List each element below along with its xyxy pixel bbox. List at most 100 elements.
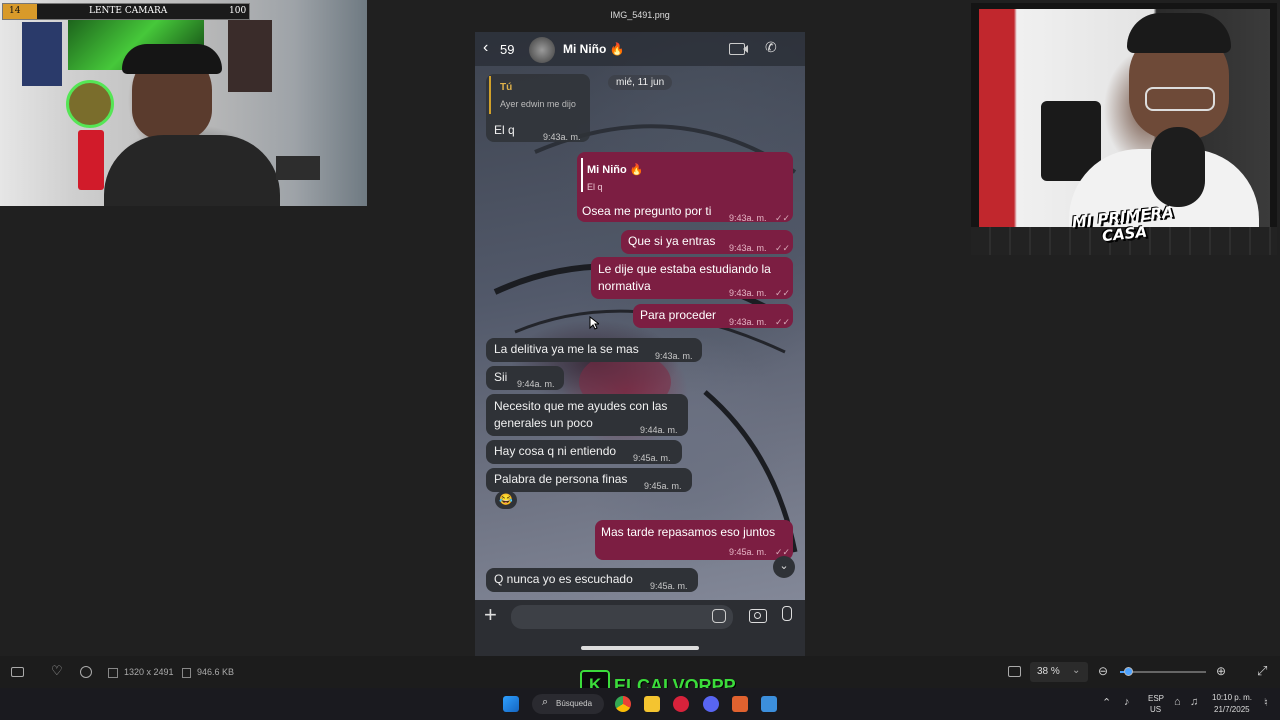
fullscreen-icon[interactable]: ⤢ [1257,663,1267,679]
message-bubble-incoming[interactable]: Sii 9:44a. m. [486,366,564,390]
message-time: 9:43a. m. [729,243,767,253]
zoom-in-icon[interactable]: ⊕ [1216,664,1226,678]
camera-lens [754,612,761,619]
message-text: Para proceder [640,308,717,322]
taskbar-search[interactable]: ⌕ Búsqueda [532,694,604,714]
chevron-down-icon: ⌄ [1072,665,1081,676]
ring-light [66,80,114,128]
clock-time[interactable]: 10:10 p. m. [1212,693,1252,702]
scroll-down-icon[interactable]: ⌄ [773,556,795,578]
fit-screen-icon[interactable] [1008,666,1021,677]
dimensions-icon [108,668,118,678]
image-filesize: 946.6 KB [197,667,235,677]
message-text: Mas tarde repasamos eso juntos [601,525,776,539]
camera-icon[interactable] [749,609,767,623]
image-dimensions: 1320 x 2491 [124,667,174,677]
message-time: 9:44a. m. [640,425,678,435]
search-icon: ⌕ [542,696,549,708]
back-chevron-icon[interactable]: ‹ [483,40,488,56]
message-time: 9:43a. m. [729,213,767,223]
level-label: LENTE CAMARA [89,6,168,16]
favorite-heart-icon[interactable]: ♡ [51,663,63,679]
zoom-out-icon[interactable]: ⊖ [1098,664,1108,678]
reply-author: Tú [500,82,513,93]
message-bubble-incoming[interactable]: La delitiva ya me la se mas 9:43a. m. [486,338,702,362]
studio-microphone [1151,127,1205,207]
message-text: Palabra de persona finas [494,472,628,486]
chat-screenshot: ‹ 59 Mi Niño 🔥 ✆ mié, 11 jun Tú Ayer edw… [475,32,805,656]
avatar[interactable] [529,37,555,63]
wall-poster-right [228,20,272,92]
message-bubble-outgoing[interactable]: Para proceder 9:43a. m. ✓✓ [633,304,793,328]
message-bubble-outgoing[interactable]: Mi Niño 🔥 El q Osea me pregunto por ti 9… [577,152,793,223]
phone-call-icon[interactable]: ✆ [765,39,777,56]
sticker-icon[interactable] [712,609,726,623]
read-ticks-icon: ✓✓ [775,243,791,253]
back-count[interactable]: 59 [500,42,514,57]
zoom-select[interactable]: 38 % ⌄ [1030,662,1088,682]
attach-plus-icon[interactable]: + [484,602,497,628]
windows-start-icon[interactable] [503,696,519,712]
photos-icon[interactable] [761,696,777,712]
filesize-icon [182,668,191,678]
zoom-slider[interactable] [1120,667,1206,676]
reply-text: El q [587,182,603,192]
message-bubble-outgoing[interactable]: Que si ya entras 9:43a. m. ✓✓ [621,230,793,254]
message-text: El q [494,123,515,137]
zoom-slider-thumb[interactable] [1124,667,1133,676]
app-icon-orange[interactable] [732,696,748,712]
mouse-cursor-icon [589,316,599,330]
streamer-right-hair [1127,13,1231,53]
windows-taskbar: ⌕ Búsqueda ⌃ ♪ ESP US ⌂ ♫ 10:10 p. m. 21… [0,688,1280,720]
date-separator: mié, 11 jun [608,75,673,90]
read-ticks-icon: ✓✓ [775,213,791,223]
reply-text: Ayer edwin me dijo [500,99,576,109]
zoom-value: 38 % [1037,666,1060,677]
message-time: 9:45a. m. [650,581,688,591]
video-call-icon-lens [743,45,748,53]
message-bubble-outgoing[interactable]: Mas tarde repasamos eso juntos 9:45a. m.… [595,520,793,560]
message-time: 9:43a. m. [655,351,693,361]
message-text: La delitiva ya me la se mas [494,342,639,356]
message-reaction[interactable]: 😂 [495,491,517,509]
message-bubble-incoming[interactable]: Palabra de persona finas 9:45a. m. [486,468,692,492]
message-input[interactable] [511,605,733,629]
filmstrip-icon[interactable] [11,667,24,677]
message-bubble-incoming[interactable]: Hay cosa q ni entiendo 9:45a. m. [486,440,682,464]
message-time: 9:45a. m. [729,547,767,557]
message-time: 9:45a. m. [644,481,682,491]
notification-bell-icon[interactable]: ♮ [1264,696,1268,709]
webcam-left: 14 LENTE CAMARA 100 [0,0,367,206]
volume-icon[interactable]: ♫ [1190,696,1198,708]
discord-icon[interactable] [703,696,719,712]
message-bubble-outgoing[interactable]: Le dije que estaba estudiando la normati… [591,257,793,299]
message-bubble-incoming[interactable]: Necesito que me ayudes con las generales… [486,394,688,436]
clock-date[interactable]: 21/7/2025 [1214,705,1250,714]
microphone-icon[interactable] [782,606,792,621]
youtube-icon[interactable] [673,696,689,712]
read-ticks-icon: ✓✓ [775,317,791,327]
chrome-icon[interactable] [615,696,631,712]
chat-header: ‹ 59 Mi Niño 🔥 ✆ [475,32,805,66]
reply-bar [581,158,583,192]
message-bubble-incoming[interactable]: Tú Ayer edwin me dijo El q 9:43a. m. [486,74,590,142]
contact-name[interactable]: Mi Niño 🔥 [563,42,625,56]
message-text: Hay cosa q ni entiendo [494,444,617,458]
message-bubble-incoming[interactable]: Q nunca yo es escuchado 9:45a. m. [486,568,698,592]
info-icon[interactable] [80,666,92,678]
network-icon[interactable]: ⌂ [1174,696,1181,708]
tray-mic-icon[interactable]: ♪ [1124,696,1130,708]
language-bottom[interactable]: US [1150,705,1161,714]
glasses [1145,87,1215,111]
reply-bar [489,76,491,114]
tray-expand-icon[interactable]: ⌃ [1102,696,1111,709]
level-number: 14 [9,6,21,16]
file-explorer-icon[interactable] [644,696,660,712]
language-top[interactable]: ESP [1148,694,1164,703]
message-time: 9:43a. m. [543,132,581,142]
search-label: Búsqueda [556,699,593,708]
desk-box [276,156,320,180]
message-text: Sii [494,370,508,384]
level-bar: 14 LENTE CAMARA 100 [2,3,250,20]
message-time: 9:45a. m. [633,453,671,463]
